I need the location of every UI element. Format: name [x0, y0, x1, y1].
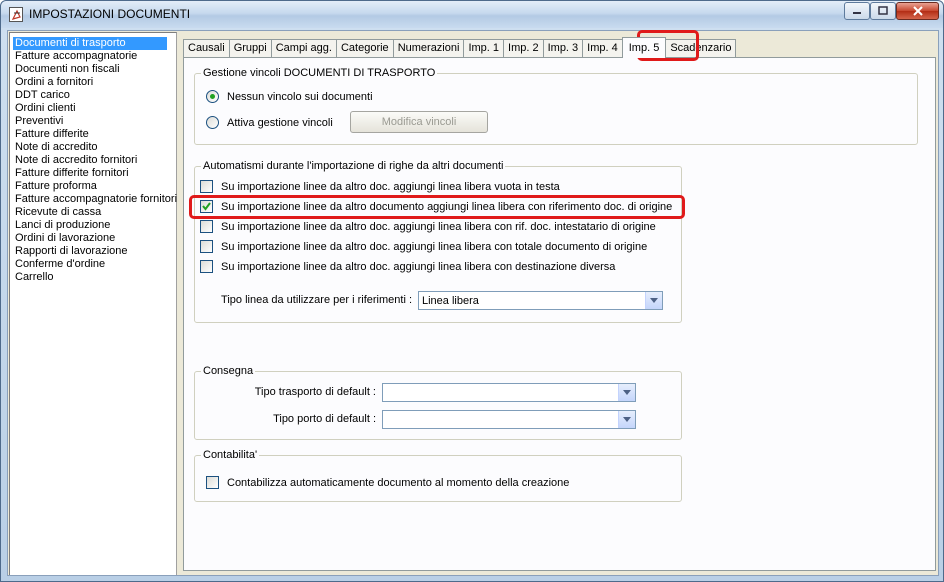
radio-label: Attiva gestione vincoli	[227, 116, 333, 129]
tab-scadenzario[interactable]: Scadenzario	[665, 39, 737, 58]
radio-nessun-vincolo[interactable]: Nessun vincolo sui documenti	[206, 90, 373, 103]
tab-strip: Causali Gruppi Campi agg. Categorie Nume…	[183, 37, 737, 58]
list-item[interactable]: Documenti di trasporto	[13, 37, 167, 50]
window-title: IMPOSTAZIONI DOCUMENTI	[29, 7, 191, 21]
tab-campi-agg[interactable]: Campi agg.	[270, 39, 337, 58]
minimize-icon	[853, 12, 861, 14]
radio-label: Nessun vincolo sui documenti	[227, 90, 373, 103]
list-item[interactable]: Fatture differite	[10, 128, 176, 141]
checkbox[interactable]	[200, 220, 213, 233]
list-item[interactable]: Rapporti di lavorazione	[10, 245, 176, 258]
list-item[interactable]: Fatture proforma	[10, 180, 176, 193]
tab-imp-2[interactable]: Imp. 2	[503, 39, 544, 58]
tab-gruppi[interactable]: Gruppi	[228, 39, 272, 58]
close-icon	[912, 6, 923, 16]
chevron-down-icon[interactable]	[618, 411, 635, 428]
checkbox-checked[interactable]	[200, 200, 213, 213]
tipo-linea-select[interactable]: Linea libera	[418, 291, 663, 310]
tab-causali[interactable]: Causali	[183, 39, 230, 58]
maximize-button[interactable]	[870, 2, 896, 20]
tipo-porto-select[interactable]	[382, 410, 636, 429]
tab-panel-imp-5: Gestione vincoli DOCUMENTI DI TRASPORTO …	[183, 57, 936, 571]
list-item[interactable]: Ricevute di cassa	[10, 206, 176, 219]
checkbox[interactable]	[206, 476, 219, 489]
option-totale-documento[interactable]: Su importazione linee da altro doc. aggi…	[200, 240, 647, 253]
checkbox-label: Su importazione linee da altro doc. aggi…	[221, 220, 656, 233]
tab-imp-5[interactable]: Imp. 5	[621, 37, 667, 58]
checkbox[interactable]	[200, 180, 213, 193]
tab-numerazioni[interactable]: Numerazioni	[392, 39, 465, 58]
list-item[interactable]: DDT carico	[10, 89, 176, 102]
list-item[interactable]: Note di accredito fornitori	[10, 154, 176, 167]
checkbox-label: Su importazione linee da altro doc. aggi…	[221, 180, 560, 193]
option-intestatario-origine[interactable]: Su importazione linee da altro doc. aggi…	[200, 220, 656, 233]
chevron-down-icon[interactable]	[645, 292, 662, 309]
checkbox[interactable]	[200, 240, 213, 253]
option-riferimento-origine[interactable]: Su importazione linee da altro documento…	[200, 200, 672, 213]
tipo-linea-label: Tipo linea da utilizzare per i riferimen…	[221, 294, 412, 306]
radio-button-checked[interactable]	[206, 90, 219, 103]
checkmark-icon	[202, 202, 211, 211]
checkbox-label: Su importazione linee da altro doc. aggi…	[221, 260, 616, 273]
option-destinazione-diversa[interactable]: Su importazione linee da altro doc. aggi…	[200, 260, 615, 273]
vincoli-group: Gestione vincoli DOCUMENTI DI TRASPORTO	[194, 67, 918, 145]
tab-imp-3[interactable]: Imp. 3	[542, 39, 584, 58]
settings-pane: Causali Gruppi Campi agg. Categorie Nume…	[179, 30, 937, 575]
client-area: Documenti di trasporto Fatture accompagn…	[7, 30, 939, 576]
contabilita-legend: Contabilita'	[203, 449, 258, 461]
radio-button[interactable]	[206, 116, 219, 129]
checkbox[interactable]	[200, 260, 213, 273]
tipo-trasporto-label: Tipo trasporto di default :	[254, 386, 376, 398]
list-item[interactable]: Ordini di lavorazione	[10, 232, 176, 245]
automatismi-legend: Automatismi durante l'importazione di ri…	[203, 160, 504, 172]
radio-attiva-vincoli[interactable]: Attiva gestione vincoli	[206, 116, 333, 129]
list-item[interactable]: Fatture differite fornitori	[10, 167, 176, 180]
close-button[interactable]	[896, 2, 939, 20]
list-item[interactable]: Preventivi	[10, 115, 176, 128]
checkbox-label: Su importazione linee da altro doc. aggi…	[221, 240, 648, 253]
list-item[interactable]: Carrello	[10, 271, 176, 284]
list-item[interactable]: Documenti non fiscali	[10, 63, 176, 76]
list-item[interactable]: Ordini a fornitori	[10, 76, 176, 89]
minimize-button[interactable]	[844, 2, 870, 20]
tab-imp-4[interactable]: Imp. 4	[582, 39, 623, 58]
tipo-porto-label: Tipo porto di default :	[273, 413, 376, 425]
list-item[interactable]: Fatture accompagnatorie fornitori	[10, 193, 177, 206]
option-linea-vuota[interactable]: Su importazione linee da altro doc. aggi…	[200, 180, 560, 193]
list-item[interactable]: Lanci di produzione	[10, 219, 176, 232]
tipo-linea-value: Linea libera	[422, 294, 479, 307]
checkbox-label: Contabilizza automaticamente documento a…	[227, 476, 570, 489]
list-item[interactable]: Ordini clienti	[10, 102, 176, 115]
maximize-icon	[878, 6, 888, 15]
list-item[interactable]: Note di accredito	[10, 141, 176, 154]
list-item[interactable]: Conferme d'ordine	[10, 258, 176, 271]
tab-imp-1[interactable]: Imp. 1	[463, 39, 505, 58]
modify-constraints-button[interactable]: Modifica vincoli	[350, 111, 488, 133]
tab-categorie[interactable]: Categorie	[335, 39, 394, 58]
title-bar[interactable]: IMPOSTAZIONI DOCUMENTI	[1, 1, 943, 28]
tipo-trasporto-select[interactable]	[382, 383, 636, 402]
app-document-icon	[9, 7, 23, 22]
list-item[interactable]: Fatture accompagnatorie	[10, 50, 176, 63]
consegna-legend: Consegna	[203, 365, 254, 377]
chevron-down-icon[interactable]	[618, 384, 635, 401]
settings-window: IMPOSTAZIONI DOCUMENTI Documenti di tras…	[0, 0, 944, 582]
option-contabilizza[interactable]: Contabilizza automaticamente documento a…	[206, 476, 569, 489]
document-type-list[interactable]: Documenti di trasporto Fatture accompagn…	[9, 32, 177, 575]
vincoli-legend: Gestione vincoli DOCUMENTI DI TRASPORTO	[203, 67, 436, 79]
checkbox-label: Su importazione linee da altro documento…	[221, 200, 673, 213]
